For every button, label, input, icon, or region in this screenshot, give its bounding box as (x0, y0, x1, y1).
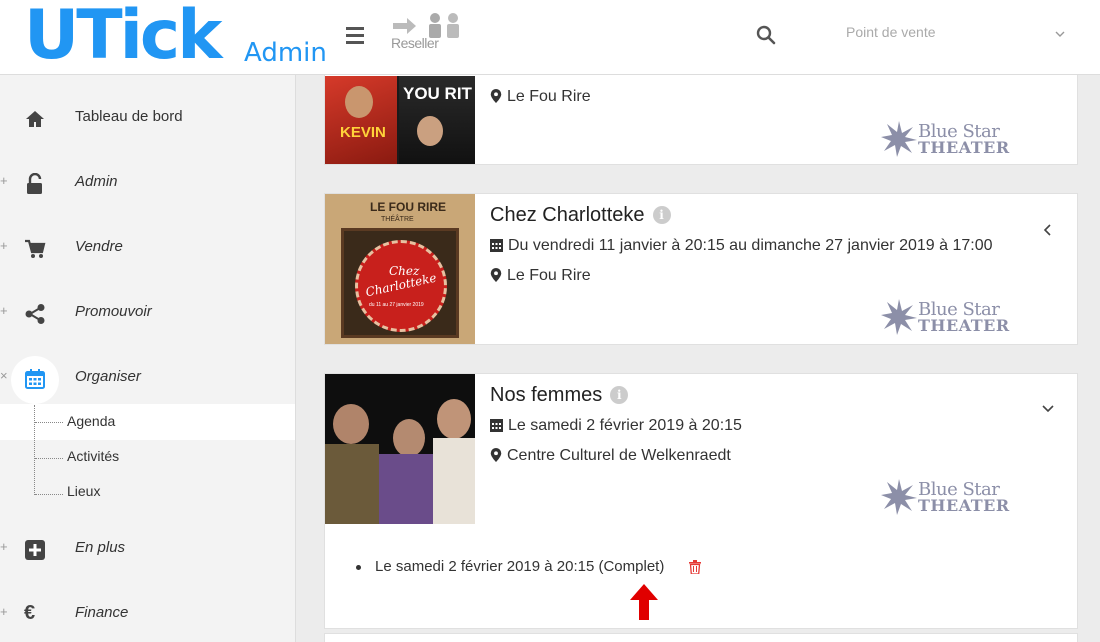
event-dates: Le samedi 2 février 2019 à 20:15 (490, 417, 742, 435)
event-card[interactable] (324, 633, 1078, 642)
menu-icon[interactable] (346, 27, 364, 44)
tree-connector (34, 405, 35, 495)
sidebar-item-label: En plus (75, 539, 126, 556)
organizer-logo-text: THEATER (918, 138, 1010, 157)
event-dates-text: Du vendredi 11 janvier à 20:15 au dimanc… (508, 237, 993, 254)
organizer-logo-text: THEATER (918, 496, 1010, 515)
event-poster (325, 374, 475, 524)
cart-icon (25, 239, 46, 258)
calendar-icon (25, 369, 45, 389)
share-icon (25, 304, 45, 324)
top-header: UTick Admin Reseller Point de vente (0, 0, 1100, 75)
organizer-logo: Blue Star THEATER (881, 479, 1009, 519)
star-icon (881, 479, 917, 515)
tree-connector (35, 422, 63, 423)
app-logo-subtitle: Admin (244, 38, 327, 68)
sidebar-item-label: Promouvoir (75, 303, 152, 320)
point-of-sale-placeholder: Point de vente (846, 24, 936, 40)
sidebar-item-sell[interactable]: + Vendre (0, 228, 295, 268)
star-icon (881, 299, 917, 335)
sidebar-item-admin[interactable]: + Admin (0, 163, 295, 203)
event-venue: Le Fou Rire (490, 88, 591, 106)
sidebar-item-more[interactable]: + En plus (0, 529, 295, 569)
organizer-logo: Blue Star THEATER (881, 121, 1009, 161)
sidebar-subitem-label: Lieux (67, 483, 101, 499)
sidebar-item-label: Finance (75, 604, 129, 621)
point-of-sale-select[interactable]: Point de vente (846, 22, 1070, 48)
expand-icon: + (0, 604, 8, 619)
list-bullet (356, 565, 361, 570)
chevron-down-icon[interactable] (1041, 401, 1055, 415)
expand-icon: + (0, 303, 8, 318)
poster-text: KEVIN (340, 124, 386, 141)
calendar-icon (490, 419, 503, 432)
info-icon[interactable]: i (652, 206, 671, 224)
poster-text: du 11 au 27 janvier 2019 (369, 302, 424, 308)
event-title[interactable]: Chez Charlotteke i (490, 204, 671, 227)
event-dates: Du vendredi 11 janvier à 20:15 au dimanc… (490, 237, 992, 255)
expand-icon: + (0, 238, 8, 253)
star-icon (881, 121, 917, 157)
organizer-logo: Blue Star THEATER (881, 299, 1009, 339)
session-item: Le samedi 2 février 2019 à 20:15 (Comple… (375, 558, 665, 575)
event-card[interactable]: Nos femmes i Le samedi 2 février 2019 à 2… (324, 373, 1078, 629)
sidebar-item-finance[interactable]: + € Finance (0, 594, 295, 634)
sidebar-item-label: Organiser (75, 368, 141, 385)
collapse-icon: × (0, 368, 8, 383)
agenda-main: KEVIN YOU RIT Le Fou Rire Blue Star THEA… (296, 75, 1100, 642)
event-venue: Centre Culturel de Welkenraedt (490, 447, 731, 465)
sidebar-item-dashboard[interactable]: Tableau de bord (0, 98, 295, 138)
event-poster: KEVIN YOU RIT (325, 76, 475, 164)
euro-icon: € (24, 602, 36, 624)
expand-icon: + (0, 539, 8, 554)
sidebar-item-promote[interactable]: + Promouvoir (0, 293, 295, 333)
poster-text: YOU RIT (403, 84, 472, 103)
event-venue: Le Fou Rire (490, 267, 591, 285)
map-marker-icon (490, 89, 502, 103)
sidebar-item-label: Vendre (75, 238, 123, 255)
event-venue-text: Centre Culturel de Welkenraedt (507, 447, 731, 464)
app-logo[interactable]: UTick (24, 0, 222, 73)
event-poster: LE FOU RIRE THÉÂTRE Chez Charlotteke du … (325, 194, 475, 344)
reseller-button[interactable]: Reseller (391, 12, 467, 54)
event-dates-text: Le samedi 2 février 2019 à 20:15 (508, 417, 742, 434)
event-venue-text: Le Fou Rire (507, 88, 591, 105)
poster-text: LE FOU RIRE (370, 200, 447, 214)
plus-square-icon (25, 540, 45, 560)
annotation-arrow-icon (630, 584, 658, 620)
sidebar-item-label: Admin (75, 173, 118, 190)
poster-text: THÉÂTRE (381, 216, 414, 223)
unlock-icon (27, 173, 42, 194)
event-venue-text: Le Fou Rire (507, 267, 591, 284)
event-title[interactable]: Nos femmes i (490, 384, 629, 407)
info-icon[interactable]: i (610, 386, 629, 404)
sidebar-item-label: Tableau de bord (75, 108, 183, 125)
event-title-text: Nos femmes (490, 384, 603, 406)
reseller-label: Reseller (391, 35, 439, 51)
search-icon[interactable] (756, 25, 776, 45)
map-marker-icon (490, 268, 502, 282)
trash-icon[interactable] (689, 560, 701, 574)
tree-connector (35, 458, 63, 459)
calendar-icon (490, 239, 503, 252)
tree-connector (35, 494, 63, 495)
sidebar-item-organise[interactable]: × Organiser (0, 356, 295, 404)
expand-icon: + (0, 173, 8, 188)
event-card[interactable]: LE FOU RIRE THÉÂTRE Chez Charlotteke du … (324, 193, 1078, 345)
sidebar-subitem-activities[interactable]: Activités (0, 439, 295, 475)
sidebar-subitem-label: Agenda (67, 413, 116, 429)
event-title-text: Chez Charlotteke (490, 204, 645, 226)
map-marker-icon (490, 448, 502, 462)
event-card[interactable]: KEVIN YOU RIT Le Fou Rire Blue Star THEA… (324, 75, 1078, 165)
chevron-down-icon (1055, 31, 1065, 37)
home-icon (26, 111, 44, 127)
chevron-left-icon[interactable] (1041, 223, 1055, 237)
organizer-logo-text: THEATER (918, 316, 1010, 335)
sidebar-subitem-venues[interactable]: Lieux (0, 474, 295, 510)
sidebar-subitem-label: Activités (67, 448, 120, 464)
